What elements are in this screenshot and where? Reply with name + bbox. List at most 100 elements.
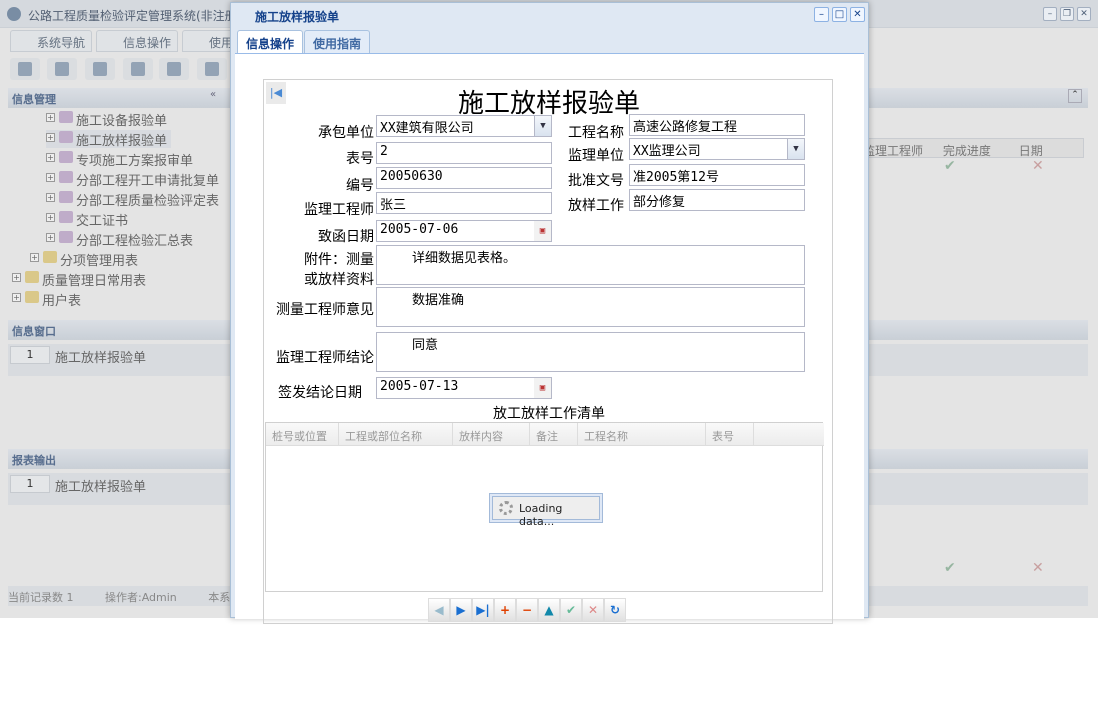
expand-icon[interactable]: + <box>30 253 39 262</box>
up-icon[interactable]: ▲ <box>538 598 560 622</box>
modal-content: |◀ 施工放样报验单 承包单位 XX建筑有限公司 ▼ 工程名称 高速公路修复工程 … <box>235 53 864 624</box>
tab-info-operation[interactable]: 信息操作 <box>237 30 304 54</box>
serial-label: 编号 <box>346 178 374 194</box>
col-header-form-no[interactable]: 表号 <box>706 423 754 446</box>
expand-icon[interactable]: + <box>46 113 55 122</box>
collapse-up-icon[interactable]: ⌃ <box>1068 89 1082 103</box>
prev-icon[interactable]: ◀ <box>428 598 450 622</box>
supervisor-unit-combo[interactable]: XX监理公司 ▼ <box>629 138 805 160</box>
col-header-location[interactable]: 桩号或位置 <box>266 423 339 446</box>
app-logo-icon <box>7 7 21 21</box>
calendar-icon[interactable]: ▣ <box>534 378 551 398</box>
tree-item[interactable]: + 分部工程开工申请批复单 <box>46 170 226 189</box>
bg-cancel-icon-2[interactable]: ✕ <box>1032 560 1044 576</box>
col-header-remark[interactable]: 备注 <box>530 423 578 446</box>
approval-no-field[interactable]: 准2005第12号 <box>629 164 805 186</box>
serial-field[interactable]: 20050630 <box>376 167 552 189</box>
attachment-textarea[interactable]: 详细数据见表格。 <box>376 245 805 285</box>
tools-icon <box>59 111 73 123</box>
tree-item[interactable]: + 分部工程质量检验评定表 <box>46 190 226 209</box>
list-tool-button[interactable] <box>47 58 77 80</box>
project-name-field[interactable]: 高速公路修复工程 <box>629 114 805 136</box>
confirm-icon[interactable]: ✔ <box>560 598 582 622</box>
cancel-icon[interactable]: ✕ <box>582 598 604 622</box>
tree-item[interactable]: + 专项施工方案报审单 <box>46 150 226 169</box>
sign-date-label: 签发结论日期 <box>278 385 362 401</box>
monitor-tool-button[interactable] <box>159 58 189 80</box>
bg-cancel-icon[interactable]: ✕ <box>1032 158 1044 174</box>
bg-header-progress: 完成进度 <box>942 144 991 158</box>
tree-item[interactable]: + 施工设备报验单 <box>46 110 226 129</box>
grid-title: 放工放样工作清单 <box>493 406 605 422</box>
modal-minimize-icon[interactable]: – <box>814 7 829 22</box>
tree-item[interactable]: + 分部工程检验汇总表 <box>46 230 226 249</box>
tools-icon <box>59 211 73 223</box>
tools-icon <box>59 151 73 163</box>
add-icon[interactable]: + <box>494 598 516 622</box>
expand-icon[interactable]: + <box>46 133 55 142</box>
staking-work-label: 放样工作 <box>568 198 624 214</box>
add-tool-button[interactable] <box>197 58 227 80</box>
document-tool-button[interactable] <box>85 58 115 80</box>
modal-window: 施工放样报验单 – □ ✕ 信息操作 使用指南 |◀ 施工放样报验单 承包单位 … <box>230 2 869 624</box>
expand-icon[interactable]: + <box>12 273 21 282</box>
bg-header-date: 日期 <box>1018 144 1043 158</box>
status-extra: 本系 <box>208 591 231 604</box>
user-tool-button[interactable] <box>123 58 153 80</box>
modal-title: 施工放样报验单 <box>255 10 340 24</box>
form-no-field[interactable]: 2 <box>376 142 552 164</box>
tree-item[interactable]: + 用户表 <box>12 290 192 309</box>
bg-header-engineer: 监理工程师 <box>863 144 924 158</box>
engineer-field[interactable]: 张三 <box>376 192 552 214</box>
nav-tab-system[interactable]: 系统导航 <box>10 30 93 52</box>
nav-tab-info[interactable]: 信息操作 <box>96 30 179 52</box>
expand-icon[interactable]: + <box>46 173 55 182</box>
restore-icon[interactable]: ❐ <box>1060 7 1074 21</box>
expand-icon[interactable]: + <box>46 193 55 202</box>
expand-icon[interactable]: + <box>12 293 21 302</box>
close-icon[interactable]: ✕ <box>1077 7 1091 21</box>
collapse-icon[interactable]: « <box>210 89 216 100</box>
attachment-label-1: 附件：测量 <box>304 252 374 268</box>
tree-item[interactable]: + 分项管理用表 <box>30 250 210 269</box>
project-name-label: 工程名称 <box>568 125 624 141</box>
tools-icon <box>59 191 73 203</box>
sign-date-field[interactable]: 2005-07-13 ▣ <box>376 377 552 399</box>
bg-confirm-icon-2[interactable]: ✔ <box>944 560 956 576</box>
work-list-grid: 桩号或位置 工程或部位名称 放样内容 备注 工程名称 表号 Loading da… <box>265 422 824 592</box>
letter-date-field[interactable]: 2005-07-06 ▣ <box>376 220 552 242</box>
next-icon[interactable]: ▶ <box>450 598 472 622</box>
contractor-combo[interactable]: XX建筑有限公司 ▼ <box>376 115 552 137</box>
minimize-icon[interactable]: – <box>1043 7 1057 21</box>
modal-close-icon[interactable]: ✕ <box>850 7 865 22</box>
supervisor-unit-label: 监理单位 <box>568 148 624 164</box>
folder-icon <box>25 271 39 283</box>
expand-icon[interactable]: + <box>46 233 55 242</box>
bg-confirm-icon[interactable]: ✔ <box>944 158 956 174</box>
conclusion-textarea[interactable]: 同意 <box>376 332 805 372</box>
expand-icon[interactable]: + <box>46 213 55 222</box>
folder-icon <box>25 291 39 303</box>
tools-icon <box>59 131 73 143</box>
col-header-part-name[interactable]: 工程或部位名称 <box>339 423 453 446</box>
tree-item[interactable]: + 交工证书 <box>46 210 226 229</box>
calendar-icon[interactable]: ▣ <box>534 221 551 241</box>
col-header-content[interactable]: 放样内容 <box>453 423 530 446</box>
survey-opinion-label: 测量工程师意见 <box>276 302 374 318</box>
survey-opinion-textarea[interactable]: 数据准确 <box>376 287 805 327</box>
modal-maximize-icon[interactable]: □ <box>832 7 847 22</box>
tree-item[interactable]: + 质量管理日常用表 <box>12 270 192 289</box>
expand-icon[interactable]: + <box>46 153 55 162</box>
tree-item[interactable]: + 施工放样报验单 <box>46 130 171 149</box>
staking-work-field[interactable]: 部分修复 <box>629 189 805 211</box>
engineer-label: 监理工程师 <box>304 202 374 218</box>
tab-user-guide[interactable]: 使用指南 <box>304 30 371 53</box>
chevron-down-icon[interactable]: ▼ <box>787 139 804 159</box>
tools-icon <box>59 171 73 183</box>
search-tool-button[interactable] <box>10 58 40 80</box>
remove-icon[interactable]: − <box>516 598 538 622</box>
col-header-project[interactable]: 工程名称 <box>578 423 706 446</box>
last-icon[interactable]: ▶| <box>472 598 494 622</box>
refresh-icon[interactable]: ↻ <box>604 598 626 622</box>
chevron-down-icon[interactable]: ▼ <box>534 116 551 136</box>
